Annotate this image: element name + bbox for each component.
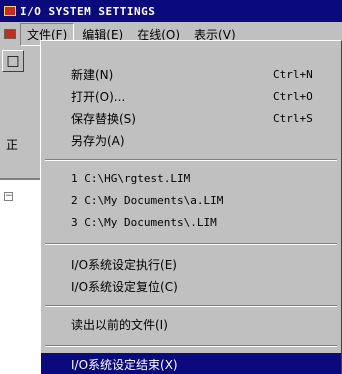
menu-item-shortcut: Ctrl+S — [273, 111, 313, 125]
menu-item-io-execute[interactable]: I/O系统设定执行(E) — [41, 253, 341, 275]
menu-separator — [45, 243, 337, 245]
file-menu-dropdown: 新建(N) Ctrl+N 打开(O)... Ctrl+O 保存替换(S) Ctr… — [40, 40, 342, 374]
menu-item-label: 3 C:\My Documents\.LIM — [71, 215, 217, 229]
title-bar[interactable]: I/O SYSTEM SETTINGS — [0, 0, 342, 22]
menu-item-recent-3[interactable]: 3 C:\My Documents\.LIM — [41, 211, 341, 233]
tree-collapse-icon[interactable]: − — [4, 192, 13, 201]
menu-item-save-replace[interactable]: 保存替换(S) Ctrl+S — [41, 107, 341, 129]
menu-item-save-as[interactable]: 另存为(A) — [41, 129, 341, 151]
toolbar-button[interactable]: □ — [2, 50, 24, 72]
menu-item-label: 保存替换(S) — [71, 111, 136, 126]
menu-item-label: 1 C:\HG\rgtest.LIM — [71, 171, 191, 185]
app-icon — [4, 6, 16, 16]
app-window: I/O SYSTEM SETTINGS 文件(F) 编辑(E) 在线(O) 表示… — [0, 0, 342, 374]
menu-item-shortcut: Ctrl+N — [273, 67, 313, 81]
menu-item-read-previous[interactable]: 读出以前的文件(I) — [41, 313, 341, 335]
menu-item-open[interactable]: 打开(O)... Ctrl+O — [41, 85, 341, 107]
side-label: 正 — [6, 138, 19, 152]
menu-item-label: I/O系统设定复位(C) — [71, 279, 178, 294]
tree-panel — [0, 178, 40, 374]
menu-item-recent-1[interactable]: 1 C:\HG\rgtest.LIM — [41, 167, 341, 189]
menu-item-label: I/O系统设定执行(E) — [71, 257, 177, 272]
menu-item-label: 打开(O)... — [71, 89, 126, 104]
menu-item-label: 读出以前的文件(I) — [71, 317, 168, 332]
menu-item-shortcut: Ctrl+O — [273, 89, 313, 103]
menu-item-recent-2[interactable]: 2 C:\My Documents\a.LIM — [41, 189, 341, 211]
menu-item-io-reset[interactable]: I/O系统设定复位(C) — [41, 275, 341, 297]
menu-separator — [45, 159, 337, 161]
menu-separator — [45, 305, 337, 307]
menu-item-label: 2 C:\My Documents\a.LIM — [71, 193, 224, 207]
menu-separator — [45, 345, 337, 347]
menu-item-label: 另存为(A) — [71, 133, 125, 148]
window-title: I/O SYSTEM SETTINGS — [20, 4, 156, 18]
system-menu-icon[interactable] — [4, 29, 16, 39]
menu-item-new[interactable]: 新建(N) Ctrl+N — [41, 63, 341, 85]
menu-item-io-exit[interactable]: I/O系统设定结束(X) — [41, 353, 341, 374]
menu-item-label: I/O系统设定结束(X) — [71, 357, 178, 372]
menu-item-label: 新建(N) — [71, 67, 114, 82]
